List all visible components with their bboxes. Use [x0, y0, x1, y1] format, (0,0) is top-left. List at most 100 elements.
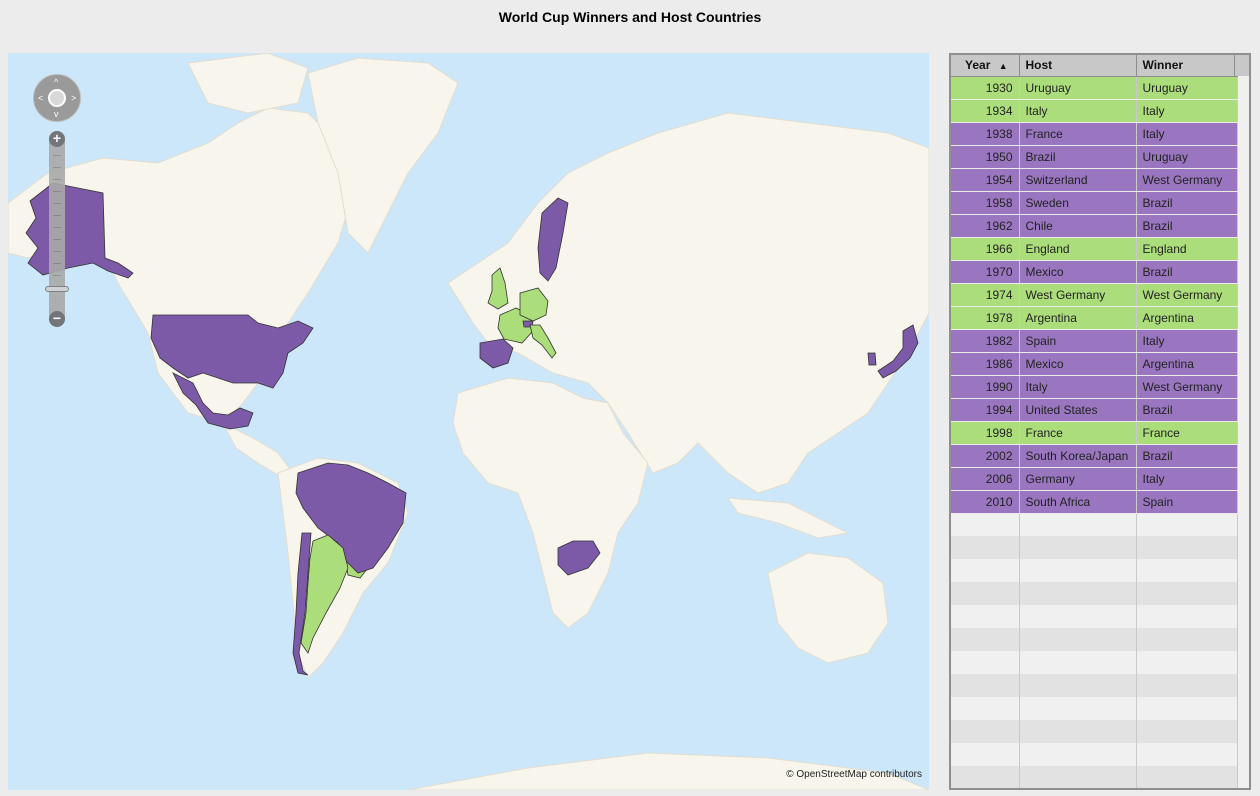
table-row[interactable]: 1950 Brazil Uruguay — [951, 145, 1238, 169]
cell-year: 1990 — [951, 375, 1020, 399]
cell-winner: Uruguay — [1136, 76, 1238, 100]
cell-winner: Brazil — [1136, 444, 1238, 468]
empty-cell — [1019, 697, 1137, 720]
cell-year: 1958 — [951, 191, 1020, 215]
table-row[interactable]: 1930 Uruguay Uruguay — [951, 76, 1238, 100]
cell-year: 1950 — [951, 145, 1020, 169]
cell-host: Chile — [1019, 214, 1137, 238]
cell-host: Germany — [1019, 467, 1137, 491]
pan-left-icon[interactable]: < — [38, 94, 43, 103]
cell-host: Sweden — [1019, 191, 1137, 215]
cell-year: 2010 — [951, 490, 1020, 514]
cell-year: 1934 — [951, 99, 1020, 123]
cell-year: 2002 — [951, 444, 1020, 468]
empty-cell — [951, 605, 1020, 628]
cell-host: Argentina — [1019, 306, 1137, 330]
cell-host: Brazil — [1019, 145, 1137, 169]
table-row[interactable]: 1994 United States Brazil — [951, 398, 1238, 422]
empty-cell — [1019, 674, 1137, 697]
table-row[interactable]: 2010 South Africa Spain — [951, 490, 1238, 514]
empty-cell — [951, 697, 1020, 720]
cell-winner: Italy — [1136, 467, 1238, 491]
empty-cell — [1019, 720, 1137, 743]
column-header-year-label: Year — [965, 58, 991, 73]
empty-cell — [951, 536, 1020, 559]
cell-winner: West Germany — [1136, 283, 1238, 307]
table-row[interactable]: 1986 Mexico Argentina — [951, 352, 1238, 376]
cell-host: Italy — [1019, 375, 1137, 399]
cell-year: 1978 — [951, 306, 1020, 330]
empty-row — [951, 766, 1238, 788]
pan-center-icon[interactable] — [48, 89, 66, 107]
sort-ascending-icon: ▲ — [998, 61, 1008, 72]
cell-winner: Brazil — [1136, 398, 1238, 422]
cell-host: England — [1019, 237, 1137, 261]
empty-cell — [1136, 536, 1238, 559]
zoom-tick — [53, 167, 61, 168]
empty-cell — [951, 720, 1020, 743]
zoom-thumb[interactable] — [45, 286, 69, 292]
zoom-tick — [53, 239, 61, 240]
cell-winner: Brazil — [1136, 214, 1238, 238]
cell-winner: Brazil — [1136, 191, 1238, 215]
cell-year: 1986 — [951, 352, 1020, 376]
table-row[interactable]: 1934 Italy Italy — [951, 99, 1238, 123]
empty-cell — [951, 766, 1020, 788]
empty-row — [951, 651, 1238, 674]
cell-winner: Italy — [1136, 329, 1238, 353]
page-title: World Cup Winners and Host Countries — [498, 9, 762, 25]
table-row[interactable]: 1966 England England — [951, 237, 1238, 261]
cell-year: 1962 — [951, 214, 1020, 238]
cell-host: West Germany — [1019, 283, 1137, 307]
land-indonesia — [727, 497, 850, 539]
table-row[interactable]: 1970 Mexico Brazil — [951, 260, 1238, 284]
table-header-corner — [1234, 55, 1249, 76]
cell-host: Switzerland — [1019, 168, 1137, 192]
empty-row — [951, 559, 1238, 582]
zoom-tick — [53, 251, 61, 252]
empty-row — [951, 697, 1238, 720]
map-attribution: © OpenStreetMap contributors — [786, 769, 922, 780]
table-row[interactable]: 1974 West Germany West Germany — [951, 283, 1238, 307]
column-header-year[interactable]: Year ▲ — [951, 55, 1020, 77]
table-row[interactable]: 2002 South Korea/Japan Brazil — [951, 444, 1238, 468]
empty-cell — [1019, 536, 1137, 559]
empty-cell — [951, 582, 1020, 605]
cell-winner: West Germany — [1136, 168, 1238, 192]
table-row[interactable]: 1990 Italy West Germany — [951, 375, 1238, 399]
cell-host: Mexico — [1019, 260, 1137, 284]
empty-cell — [1136, 582, 1238, 605]
zoom-slider[interactable]: + − — [45, 131, 69, 327]
table-row[interactable]: 1982 Spain Italy — [951, 329, 1238, 353]
cell-host: United States — [1019, 398, 1137, 422]
land-arctic-islands — [187, 53, 309, 114]
empty-cell — [1019, 559, 1137, 582]
pan-down-icon[interactable]: v — [54, 110, 59, 119]
table-row[interactable]: 1978 Argentina Argentina — [951, 306, 1238, 330]
world-map[interactable]: ^ < > v + − © OpenStreetMap contributors — [8, 53, 929, 790]
cell-winner: Spain — [1136, 490, 1238, 514]
table-row[interactable]: 1938 France Italy — [951, 122, 1238, 146]
table-row[interactable]: 1962 Chile Brazil — [951, 214, 1238, 238]
table-row[interactable]: 2006 Germany Italy — [951, 467, 1238, 491]
table-row[interactable]: 1998 France France — [951, 421, 1238, 445]
pan-right-icon[interactable]: > — [71, 94, 76, 103]
cell-winner: Uruguay — [1136, 145, 1238, 169]
zoom-out-button[interactable]: − — [49, 311, 65, 327]
cell-year: 1954 — [951, 168, 1020, 192]
column-header-host[interactable]: Host — [1019, 55, 1137, 77]
zoom-tick — [53, 275, 61, 276]
zoom-in-button[interactable]: + — [49, 131, 65, 147]
empty-cell — [1136, 628, 1238, 651]
empty-row — [951, 513, 1238, 536]
pan-up-icon[interactable]: ^ — [54, 78, 58, 87]
pan-control[interactable]: ^ < > v — [33, 74, 81, 122]
zoom-tick — [53, 203, 61, 204]
table-row[interactable]: 1954 Switzerland West Germany — [951, 168, 1238, 192]
cell-year: 1930 — [951, 76, 1020, 100]
results-table-panel[interactable]: Year ▲ Host Winner 1930 Uruguay Uruguay 193… — [949, 53, 1251, 790]
empty-cell — [1019, 651, 1137, 674]
table-row[interactable]: 1958 Sweden Brazil — [951, 191, 1238, 215]
column-header-winner[interactable]: Winner — [1136, 55, 1238, 77]
empty-cell — [1136, 720, 1238, 743]
